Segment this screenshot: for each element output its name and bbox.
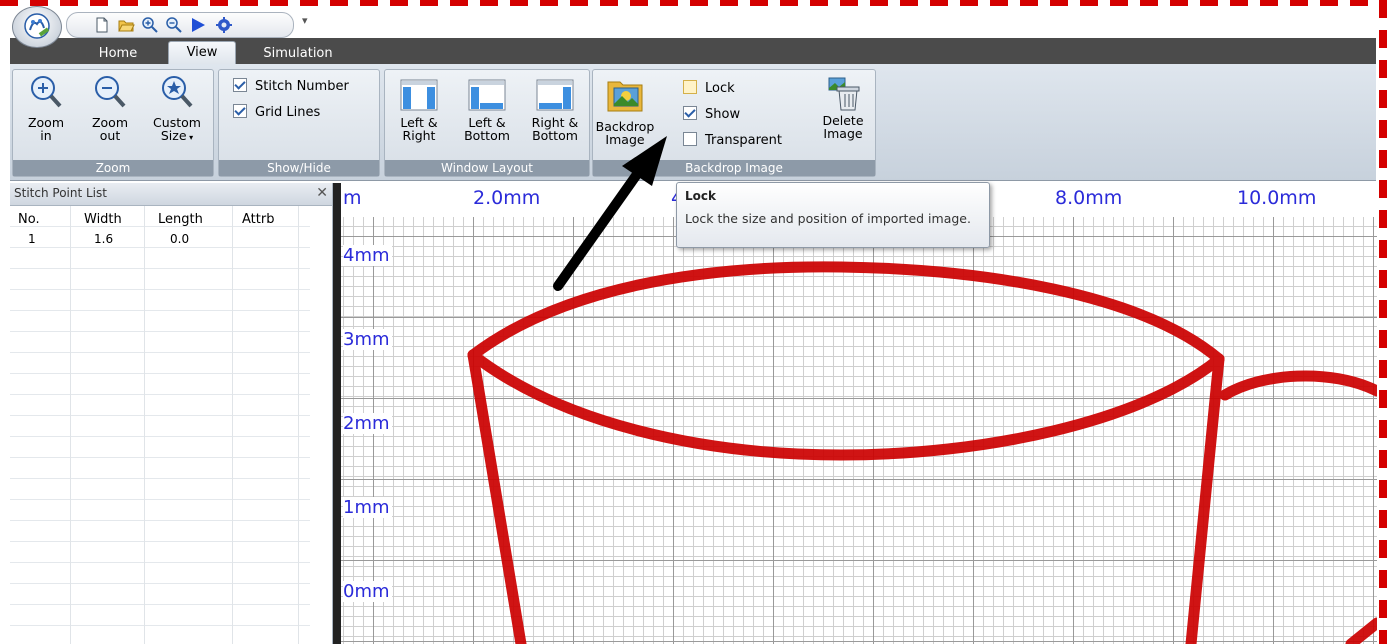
- annotation-arrow-icon: [553, 136, 667, 291]
